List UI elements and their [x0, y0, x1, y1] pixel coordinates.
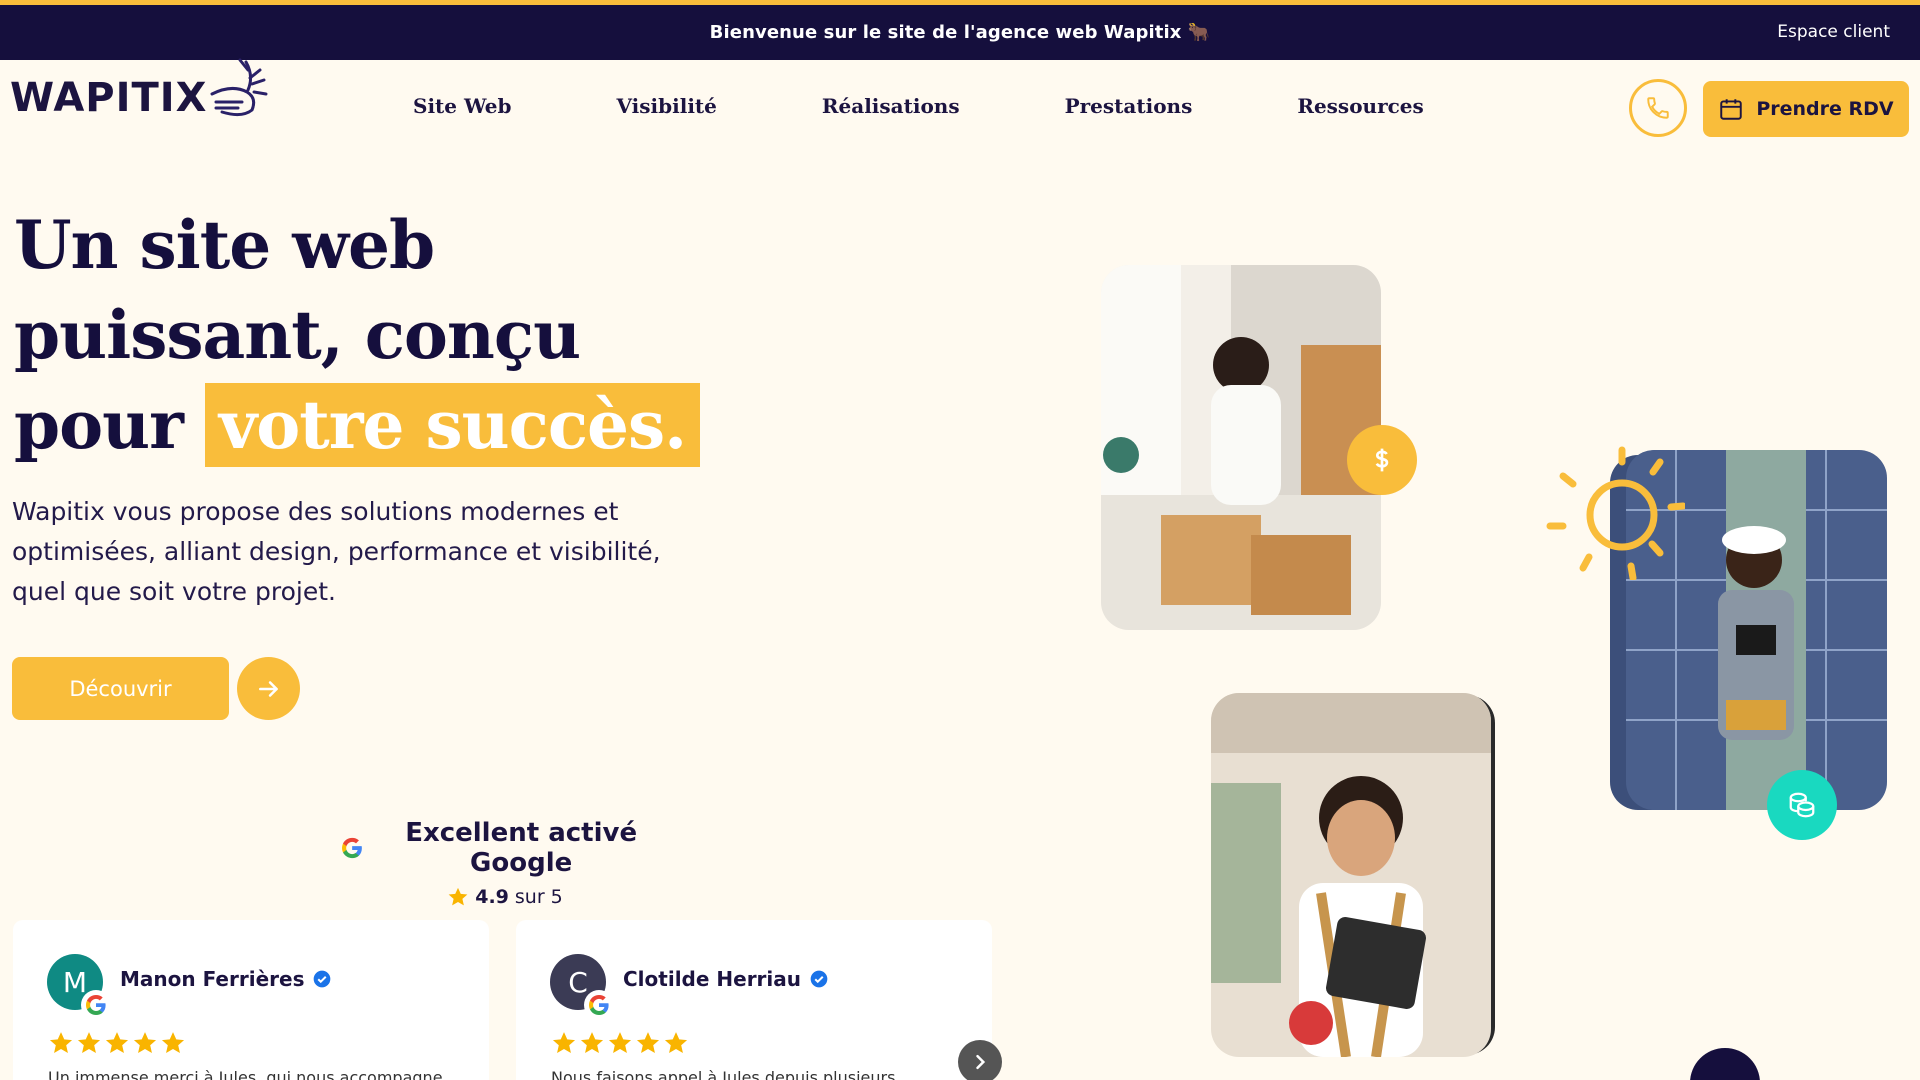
logo[interactable]: WAPITIX	[10, 58, 272, 124]
man-tablet-photo	[1211, 693, 1491, 1057]
woman-packing-photo	[1101, 265, 1381, 630]
reviewer-name-row: Manon Ferrières	[120, 967, 332, 991]
star-icon	[608, 1032, 632, 1053]
next-review-button[interactable]	[958, 1040, 1002, 1080]
google-badge	[584, 990, 614, 1020]
sun-icon	[1546, 446, 1685, 580]
coins-icon	[1789, 792, 1815, 818]
phone-icon	[1647, 97, 1669, 119]
verified-icon	[810, 970, 828, 988]
google-badge	[81, 990, 111, 1020]
review-card: C Clotilde Herriau Nous faisons appel à …	[516, 920, 992, 1080]
client-area-link[interactable]: Espace client	[1777, 22, 1890, 42]
reviewer-name: Manon Ferrières	[120, 967, 305, 991]
verified-icon	[314, 970, 331, 988]
rating-headline-row: Excellent activé Google	[340, 818, 670, 878]
nav-item-site-web[interactable]: Site Web	[413, 94, 512, 118]
calendar-icon	[1720, 99, 1743, 120]
star-icon	[105, 1032, 129, 1053]
star-icon	[133, 1032, 157, 1053]
floating-action-circle[interactable]	[1690, 1048, 1760, 1080]
rating-score: 4.9	[475, 886, 509, 908]
hero-title-line-3: pour votre succès.	[14, 380, 734, 470]
welcome-message: Bienvenue sur le site de l'agence web Wa…	[709, 22, 1211, 43]
book-appointment-label: Prendre RDV	[1756, 98, 1894, 120]
book-appointment-button[interactable]: Prendre RDV	[1703, 81, 1909, 137]
nav-item-prestations[interactable]: Prestations	[1065, 94, 1193, 118]
star-rating	[551, 1030, 689, 1056]
rating-score-row: 4.9 sur 5	[340, 886, 670, 908]
reviewer-name-row: Clotilde Herriau	[623, 967, 829, 991]
star-icon	[161, 1032, 185, 1053]
coins-badge	[1767, 770, 1837, 840]
dollar-icon	[1375, 448, 1389, 472]
review-excerpt: Un immense merci à Jules, qui nous accom…	[48, 1068, 443, 1080]
phone-button[interactable]	[1629, 79, 1687, 137]
nav-menu: Site Web Visibilité Réalisations Prestat…	[413, 94, 1529, 118]
hero-title-line-3-start: pour	[14, 386, 184, 464]
google-icon	[589, 995, 609, 1015]
nav-item-ressources[interactable]: Ressources	[1297, 94, 1423, 118]
review-card: M Manon Ferrières Un immense merci à Jul…	[13, 920, 489, 1080]
hero-title-line-2: puissant, conçu	[14, 296, 581, 374]
rating-headline: Excellent activé Google	[405, 818, 638, 878]
dollar-badge	[1347, 425, 1417, 495]
hero-title: Un site web puissant, conçu pour votre s…	[14, 200, 734, 470]
star-icon	[49, 1032, 73, 1053]
google-rating: Excellent activé Google 4.9 sur 5	[340, 818, 670, 908]
logo-text: WAPITIX	[10, 75, 208, 121]
review-excerpt: Nous faisons appel à Jules depuis plusie…	[551, 1068, 896, 1080]
nav-item-visibilite[interactable]: Visibilité	[617, 94, 717, 118]
hero-title-highlight: votre succès.	[204, 383, 701, 467]
star-icon	[552, 1032, 576, 1053]
hero-title-line-1: Un site web	[14, 206, 435, 284]
discover-button[interactable]: Découvrir	[12, 657, 229, 720]
rating-scale: sur 5	[514, 886, 563, 908]
arrow-right-icon	[258, 680, 278, 697]
google-icon	[86, 995, 106, 1015]
star-icon	[448, 887, 468, 906]
star-icon	[664, 1032, 688, 1053]
deer-icon	[210, 58, 267, 117]
reviewer-name: Clotilde Herriau	[623, 967, 802, 991]
top-banner: Bienvenue sur le site de l'agence web Wa…	[0, 0, 1920, 60]
google-icon	[342, 837, 362, 859]
star-rating	[48, 1030, 186, 1056]
hero-description: Wapitix vous propose des solutions moder…	[12, 497, 661, 606]
woman-packing-illustration	[1101, 265, 1381, 630]
star-icon	[636, 1032, 660, 1053]
arrow-button[interactable]	[237, 657, 300, 720]
chevron-right-icon	[976, 1054, 986, 1070]
man-tablet-illustration	[1211, 693, 1491, 1057]
nav-item-realisations[interactable]: Réalisations	[822, 94, 960, 118]
star-icon	[77, 1032, 101, 1053]
star-icon	[580, 1032, 604, 1053]
